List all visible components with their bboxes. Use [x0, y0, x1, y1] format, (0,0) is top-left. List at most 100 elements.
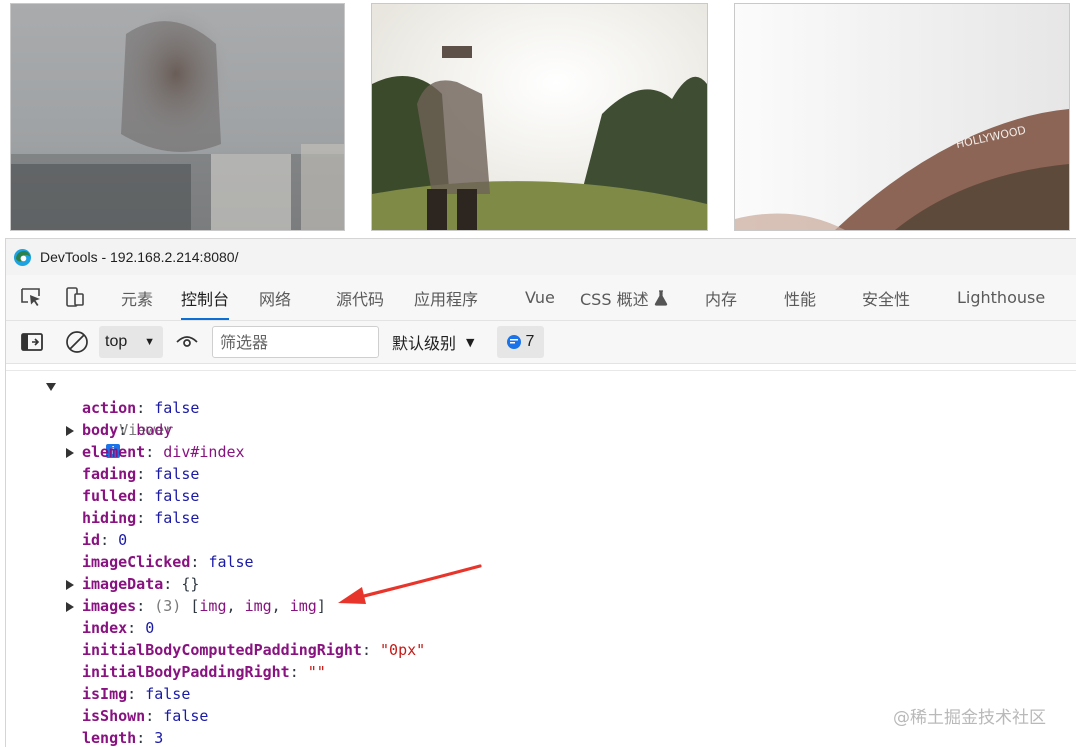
- property-value: 0: [118, 531, 128, 549]
- device-emulation-icon[interactable]: [63, 285, 87, 309]
- gallery-image-hollywood-hills[interactable]: HOLLYWOOD: [734, 3, 1070, 231]
- panel-tabbar: 元素 控制台 网络 源代码 应用程序 Vue CSS 概述 内存 性能 安全性 …: [6, 275, 1076, 321]
- context-selector-value: top: [105, 333, 128, 350]
- property-key: index: [82, 619, 128, 637]
- property-key: length: [82, 729, 137, 747]
- property-value[interactable]: div#index: [163, 443, 244, 461]
- expand-triangle-icon[interactable]: [66, 448, 74, 458]
- gallery-image-woman-window[interactable]: [10, 3, 345, 231]
- tab-label: 性能: [784, 289, 817, 309]
- property-value: false: [163, 707, 209, 725]
- tab-sources[interactable]: 源代码: [336, 275, 384, 320]
- property-value: false: [154, 509, 200, 527]
- property-row-fulled: fulled: false: [66, 485, 199, 507]
- log-level-value: 默认级别: [392, 334, 457, 353]
- expand-triangle-icon[interactable]: [66, 602, 74, 612]
- filter-input[interactable]: [212, 326, 379, 358]
- tab-elements[interactable]: 元素: [121, 275, 153, 320]
- tab-label: Lighthouse: [957, 288, 1046, 307]
- man-sunlight-photo: [372, 4, 707, 230]
- property-colon: :: [136, 729, 155, 747]
- expand-triangle-icon[interactable]: [66, 580, 74, 590]
- tab-label: 元素: [121, 289, 154, 309]
- property-key: fulled: [82, 487, 137, 505]
- property-colon: :: [289, 663, 308, 681]
- property-row-action: action: false: [66, 397, 199, 419]
- console-output: Viewer i action: false body: body element:…: [6, 364, 1076, 747]
- property-colon: :: [190, 553, 209, 571]
- property-value: false: [154, 465, 200, 483]
- tab-application[interactable]: 应用程序: [414, 275, 478, 320]
- array-length: (3): [154, 597, 191, 615]
- property-row-imageClicked: imageClicked: false: [66, 551, 254, 573]
- property-colon: :: [361, 641, 381, 659]
- clear-console-icon: [66, 331, 88, 353]
- property-value: false: [145, 685, 191, 703]
- edge-browser-icon: [13, 248, 32, 266]
- tab-memory[interactable]: 内存: [705, 275, 737, 320]
- tab-css-overview[interactable]: CSS 概述: [580, 275, 668, 320]
- tab-console[interactable]: 控制台: [181, 275, 230, 320]
- tab-label: 安全性: [862, 289, 911, 309]
- property-key: hiding: [82, 509, 137, 527]
- property-colon: :: [145, 707, 164, 725]
- object-header-row[interactable]: Viewer i: [46, 375, 173, 458]
- tab-vue[interactable]: Vue: [525, 275, 555, 320]
- property-value: "": [307, 663, 326, 681]
- tab-performance[interactable]: 性能: [784, 275, 816, 320]
- property-row-isShown: isShown: false: [66, 705, 208, 727]
- image-gallery: HOLLYWOOD: [0, 0, 1076, 234]
- sidebar-toggle-icon: [21, 333, 43, 351]
- property-colon: :: [163, 575, 182, 593]
- property-row-initialBodyPaddingRight: initialBodyPaddingRight: "": [66, 661, 326, 683]
- tab-label: CSS 概述: [580, 289, 649, 309]
- property-row-imageData[interactable]: imageData: {}: [66, 573, 199, 595]
- property-colon: :: [127, 685, 146, 703]
- tab-network[interactable]: 网络: [259, 275, 291, 320]
- clipped-previous-log-line: [6, 364, 1076, 371]
- property-colon: :: [136, 509, 155, 527]
- gallery-image-man-sunlight[interactable]: [371, 3, 708, 231]
- show-sidebar-button[interactable]: [20, 326, 44, 358]
- devtools-window: DevTools - 192.168.2.214:8080/ 元素 控制台 网络…: [5, 238, 1076, 747]
- message-count-badge[interactable]: 7: [497, 326, 544, 358]
- property-value[interactable]: body: [136, 421, 172, 439]
- context-selector[interactable]: top ▼: [99, 326, 163, 358]
- property-colon: :: [136, 597, 155, 615]
- property-key: images: [82, 597, 137, 615]
- window-titlebar: DevTools - 192.168.2.214:8080/: [6, 239, 1076, 275]
- property-value: 0: [145, 619, 155, 637]
- property-key: element: [82, 443, 146, 461]
- property-row-element[interactable]: element: div#index: [66, 441, 245, 463]
- property-colon: :: [136, 487, 155, 505]
- property-colon: :: [127, 619, 146, 637]
- property-colon: :: [136, 465, 155, 483]
- woman-window-photo: [11, 4, 344, 230]
- tab-lighthouse[interactable]: Lighthouse: [957, 275, 1045, 320]
- property-key: imageData: [82, 575, 164, 593]
- log-level-selector[interactable]: 默认级别 ▼: [392, 326, 474, 358]
- property-row-body[interactable]: body: body: [66, 419, 172, 441]
- property-key: id: [82, 531, 101, 549]
- inspect-element-icon[interactable]: [19, 285, 43, 309]
- tab-security[interactable]: 安全性: [862, 275, 910, 320]
- experiment-flask-icon: [654, 289, 667, 306]
- window-title: DevTools - 192.168.2.214:8080/: [40, 249, 239, 265]
- expand-triangle-icon[interactable]: [66, 426, 74, 436]
- live-expression-button[interactable]: [174, 326, 200, 358]
- collapse-triangle-icon[interactable]: [46, 383, 56, 391]
- property-row-images[interactable]: images: (3) [img, img, img]: [66, 595, 326, 617]
- message-count: 7: [525, 333, 535, 350]
- property-value: false: [154, 399, 200, 417]
- property-key: imageClicked: [82, 553, 191, 571]
- hollywood-hills-photo: HOLLYWOOD: [735, 4, 1069, 230]
- property-row-hiding: hiding: false: [66, 507, 199, 529]
- property-key: body: [82, 421, 119, 439]
- property-colon: :: [100, 531, 119, 549]
- clear-console-button[interactable]: [64, 326, 90, 358]
- property-value: {}: [181, 575, 200, 593]
- tab-label: 内存: [705, 289, 738, 309]
- tab-label: 源代码: [336, 289, 385, 309]
- tab-label: 应用程序: [414, 289, 479, 309]
- message-bubble-icon: [506, 335, 521, 349]
